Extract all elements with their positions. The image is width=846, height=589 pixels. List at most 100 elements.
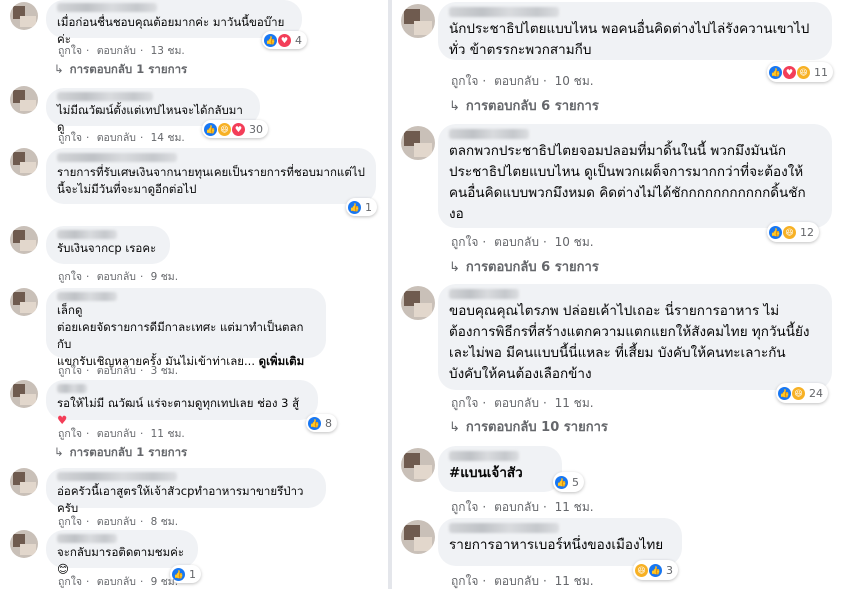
right-comment-column: นักประชาธิปไตยแบบไหน พอคนอื่นคิดต่างไปไล…: [393, 0, 846, 589]
avatar[interactable]: [10, 530, 38, 558]
author-name-blurred[interactable]: [57, 153, 177, 162]
comment-text: นักประชาธิปไตยแบบไหน พอคนอื่นคิดต่างไปไล…: [449, 21, 810, 58]
reaction-summary[interactable]: 😆 👍 3: [633, 560, 678, 580]
like-link[interactable]: ถูกใจ: [451, 396, 478, 410]
reaction-count: 11: [814, 65, 828, 79]
comment-text: ขอบคุณคุณไตรภพ ปล่อยเค้าไปเถอะ นี่รายการ…: [449, 303, 810, 382]
like-link[interactable]: ถูกใจ: [58, 516, 82, 528]
reaction-count: 30: [249, 122, 263, 136]
like-link[interactable]: ถูกใจ: [451, 74, 478, 88]
comment-actions: ถูกใจ · ตอบกลับ · 9 ชม.: [58, 271, 179, 283]
reply-link[interactable]: ตอบกลับ: [494, 74, 539, 88]
like-link[interactable]: ถูกใจ: [451, 500, 478, 514]
timestamp[interactable]: 9 ชม.: [151, 271, 178, 283]
reaction-summary[interactable]: 👍 😆 12: [767, 222, 819, 242]
author-name-blurred[interactable]: [57, 92, 153, 101]
timestamp[interactable]: 14 ชม.: [151, 132, 185, 144]
author-name-blurred[interactable]: [57, 3, 157, 12]
timestamp[interactable]: 11 ชม.: [555, 396, 594, 410]
avatar[interactable]: [401, 286, 435, 320]
reaction-summary[interactable]: 👍 8: [306, 414, 337, 432]
view-replies-link[interactable]: ↳ การตอบกลับ 1 รายการ: [54, 444, 187, 462]
reaction-summary[interactable]: 👍 ♥ 😆 11: [767, 62, 833, 82]
avatar[interactable]: [401, 520, 435, 554]
avatar[interactable]: [10, 2, 38, 30]
view-replies-link[interactable]: ↳ การตอบกลับ 1 รายการ: [54, 61, 187, 79]
reply-link[interactable]: ตอบกลับ: [494, 500, 539, 514]
avatar[interactable]: [401, 448, 435, 482]
comment-actions: ถูกใจ · ตอบกลับ · 9 ชม.: [58, 576, 179, 588]
author-name-blurred[interactable]: [57, 384, 87, 393]
timestamp[interactable]: 8 ชม.: [151, 516, 178, 528]
reaction-summary[interactable]: 👍 😆 ♥ 30: [202, 120, 268, 138]
reply-link[interactable]: ตอบกลับ: [494, 396, 539, 410]
timestamp[interactable]: 3 ชม.: [151, 365, 178, 377]
reply-link[interactable]: ตอบกลับ: [494, 235, 539, 249]
reply-link[interactable]: ตอบกลับ: [97, 516, 136, 528]
reaction-summary[interactable]: 👍 😆 24: [776, 383, 828, 403]
avatar[interactable]: [401, 126, 435, 160]
avatar[interactable]: [10, 226, 38, 254]
avatar[interactable]: [10, 288, 38, 316]
avatar[interactable]: [401, 4, 435, 38]
like-reaction-icon: 👍: [348, 200, 361, 214]
like-link[interactable]: ถูกใจ: [58, 365, 82, 377]
author-name-blurred[interactable]: [449, 129, 529, 139]
author-name-blurred[interactable]: [57, 292, 117, 301]
timestamp[interactable]: 11 ชม.: [555, 500, 594, 514]
like-reaction-icon: 👍: [264, 33, 277, 47]
like-link[interactable]: ถูกใจ: [58, 132, 82, 144]
timestamp[interactable]: 10 ชม.: [555, 235, 594, 249]
author-name-blurred[interactable]: [449, 451, 519, 461]
author-name-blurred[interactable]: [449, 289, 519, 299]
timestamp[interactable]: 9 ชม.: [151, 576, 178, 588]
reaction-summary[interactable]: 👍 ♥ 4: [262, 31, 307, 49]
comment-bubble: เมื่อก่อนชื่นชอบคุณต้อยมากค่ะ มาวันนี้ขอ…: [46, 0, 302, 46]
reply-link[interactable]: ตอบกลับ: [97, 576, 136, 588]
avatar[interactable]: [10, 86, 38, 114]
reaction-count: 1: [365, 200, 372, 214]
reply-arrow-icon: ↳: [54, 62, 64, 76]
author-name-blurred[interactable]: [57, 230, 117, 239]
avatar[interactable]: [10, 380, 38, 408]
author-name-blurred[interactable]: [57, 472, 177, 481]
author-name-blurred[interactable]: [449, 523, 559, 533]
like-link[interactable]: ถูกใจ: [58, 428, 82, 440]
reply-link[interactable]: ตอบกลับ: [97, 428, 136, 440]
reaction-summary[interactable]: 👍 5: [553, 472, 584, 492]
like-link[interactable]: ถูกใจ: [58, 576, 82, 588]
comment-bubble: #แบนเจ้าสัว: [438, 446, 562, 492]
reaction-count: 5: [572, 475, 579, 489]
like-reaction-icon: 👍: [555, 475, 568, 489]
like-link[interactable]: ถูกใจ: [451, 235, 478, 249]
view-replies-link[interactable]: ↳ การตอบกลับ 6 รายการ: [449, 256, 599, 277]
author-name-blurred[interactable]: [449, 7, 559, 17]
reaction-count: 4: [295, 33, 302, 47]
timestamp[interactable]: 10 ชม.: [555, 74, 594, 88]
comment-bubble: รายการอาหารเบอร์หนึ่งของเมืองไทย: [438, 518, 682, 566]
comment-text: ตลกพวกประชาธิปไตยจอมปลอมที่มาดิ้นในนี้ พ…: [449, 143, 806, 222]
like-link[interactable]: ถูกใจ: [58, 45, 82, 57]
haha-reaction-icon: 😆: [783, 225, 796, 239]
timestamp[interactable]: 11 ชม.: [151, 428, 185, 440]
reply-link[interactable]: ตอบกลับ: [97, 45, 136, 57]
comment-bubble: รอให้ไม่มี ณวัฒน์ แร่จะตามดูทุกเทปเลย ช่…: [46, 380, 318, 427]
comment-actions: ถูกใจ · ตอบกลับ · 3 ชม.: [58, 365, 179, 377]
reply-link[interactable]: ตอบกลับ: [97, 365, 136, 377]
reaction-summary[interactable]: 👍 1: [346, 198, 377, 216]
like-link[interactable]: ถูกใจ: [451, 574, 478, 588]
comment-actions: ถูกใจ · ตอบกลับ · 10 ชม.: [451, 235, 594, 249]
avatar[interactable]: [10, 468, 38, 496]
reply-link[interactable]: ตอบกลับ: [97, 132, 136, 144]
avatar[interactable]: [10, 148, 38, 176]
view-replies-link[interactable]: ↳ การตอบกลับ 10 รายการ: [449, 416, 608, 437]
view-replies-link[interactable]: ↳ การตอบกลับ 6 รายการ: [449, 95, 599, 116]
see-more-link[interactable]: ดูเพิ่มเติม: [259, 354, 305, 368]
like-link[interactable]: ถูกใจ: [58, 271, 82, 283]
love-reaction-icon: ♥: [232, 122, 245, 136]
reply-link[interactable]: ตอบกลับ: [494, 574, 539, 588]
timestamp[interactable]: 11 ชม.: [555, 574, 594, 588]
timestamp[interactable]: 13 ชม.: [151, 45, 185, 57]
reply-link[interactable]: ตอบกลับ: [97, 271, 136, 283]
author-name-blurred[interactable]: [57, 534, 117, 543]
